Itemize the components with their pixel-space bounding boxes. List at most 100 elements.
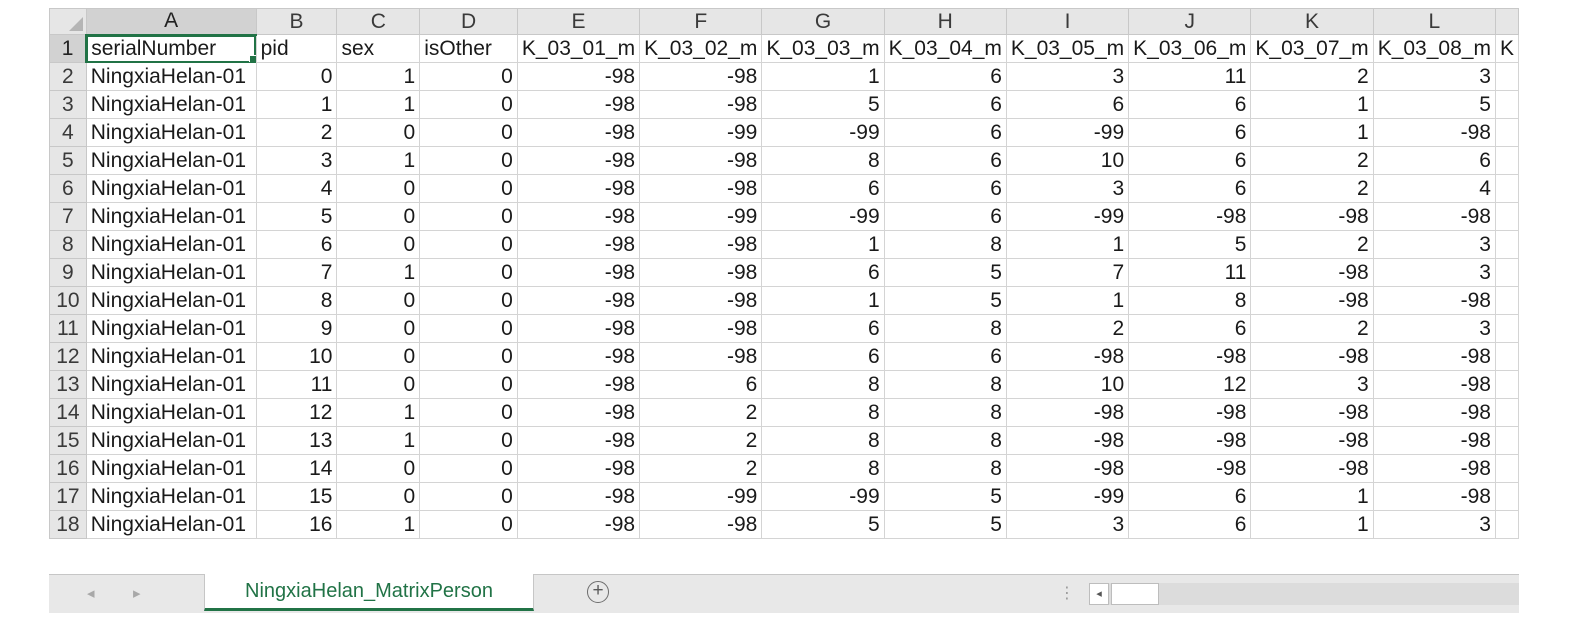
- cell[interactable]: -98: [1372, 342, 1496, 371]
- cell[interactable]: -98: [1372, 370, 1496, 399]
- cell[interactable]: 6: [1128, 146, 1252, 175]
- cell-partial[interactable]: [1494, 62, 1519, 91]
- cell-partial[interactable]: [1494, 398, 1519, 427]
- cell[interactable]: 6: [883, 174, 1007, 203]
- cell[interactable]: NingxiaHelan-01: [85, 342, 257, 371]
- select-all-corner[interactable]: [49, 8, 87, 35]
- cell[interactable]: 11: [1128, 62, 1252, 91]
- cell[interactable]: 5: [883, 510, 1007, 539]
- fill-handle[interactable]: [248, 55, 256, 62]
- cell[interactable]: 1: [336, 398, 421, 427]
- cell[interactable]: 3: [1372, 314, 1496, 343]
- cell[interactable]: 1: [1250, 510, 1374, 539]
- row-header[interactable]: 14: [49, 398, 87, 427]
- cell-partial[interactable]: [1494, 426, 1519, 455]
- column-header-e[interactable]: E: [516, 8, 641, 35]
- cell[interactable]: 1: [1250, 118, 1374, 147]
- cell[interactable]: -98: [516, 426, 641, 455]
- cell-partial[interactable]: [1494, 510, 1519, 539]
- cell[interactable]: 1: [1250, 482, 1374, 511]
- cell[interactable]: 8: [255, 286, 338, 315]
- cell[interactable]: 3: [1005, 510, 1130, 539]
- cell[interactable]: 6: [1128, 482, 1252, 511]
- cell[interactable]: -99: [639, 118, 763, 147]
- row-header[interactable]: 10: [49, 286, 87, 315]
- cell[interactable]: 0: [419, 62, 518, 91]
- cell[interactable]: -98: [516, 174, 641, 203]
- cell[interactable]: 6: [1128, 118, 1252, 147]
- next-sheet-arrow-icon[interactable]: ▸: [133, 584, 141, 602]
- cell-partial[interactable]: K: [1494, 34, 1519, 63]
- cell[interactable]: -98: [1005, 454, 1130, 483]
- cell[interactable]: 3: [1005, 174, 1130, 203]
- row-header[interactable]: 16: [49, 454, 87, 483]
- cell[interactable]: 15: [255, 482, 338, 511]
- cell[interactable]: NingxiaHelan-01: [85, 510, 257, 539]
- cell[interactable]: 0: [419, 510, 518, 539]
- cell[interactable]: 6: [1005, 90, 1130, 119]
- cell[interactable]: 0: [419, 398, 518, 427]
- cell[interactable]: -98: [639, 258, 763, 287]
- cell[interactable]: 0: [419, 454, 518, 483]
- cell[interactable]: 1: [336, 146, 421, 175]
- cell-partial[interactable]: [1494, 146, 1519, 175]
- column-title-cell[interactable]: K_03_08_m: [1372, 34, 1496, 63]
- cell[interactable]: 6: [761, 342, 885, 371]
- cell-partial[interactable]: [1494, 314, 1519, 343]
- cell[interactable]: 6: [883, 146, 1007, 175]
- row-header[interactable]: 2: [49, 62, 87, 91]
- cell[interactable]: 2: [1250, 146, 1374, 175]
- cell[interactable]: -98: [639, 286, 763, 315]
- cell[interactable]: -98: [1250, 426, 1374, 455]
- cell-partial[interactable]: [1494, 454, 1519, 483]
- cell[interactable]: 3: [1372, 230, 1496, 259]
- cell[interactable]: -98: [1250, 286, 1374, 315]
- cell[interactable]: 2: [1250, 62, 1374, 91]
- cell[interactable]: -98: [516, 202, 641, 231]
- column-header-f[interactable]: F: [639, 8, 763, 35]
- cell[interactable]: -98: [639, 342, 763, 371]
- cell[interactable]: -98: [516, 510, 641, 539]
- row-header[interactable]: 12: [49, 342, 87, 371]
- cell[interactable]: 0: [336, 286, 421, 315]
- cell[interactable]: 8: [761, 370, 885, 399]
- cell[interactable]: -98: [516, 314, 641, 343]
- cell[interactable]: -99: [761, 118, 885, 147]
- cell[interactable]: -98: [639, 174, 763, 203]
- column-title-cell[interactable]: isOther: [419, 34, 518, 63]
- cell[interactable]: -98: [639, 146, 763, 175]
- cell[interactable]: 0: [419, 482, 518, 511]
- prev-sheet-arrow-icon[interactable]: ◂: [87, 584, 95, 602]
- cell[interactable]: 5: [883, 482, 1007, 511]
- cell[interactable]: -98: [516, 398, 641, 427]
- cell[interactable]: -99: [639, 202, 763, 231]
- cell[interactable]: 0: [336, 454, 421, 483]
- column-title-cell[interactable]: K_03_06_m: [1128, 34, 1252, 63]
- cell[interactable]: -98: [516, 454, 641, 483]
- column-title-cell[interactable]: K_03_04_m: [883, 34, 1007, 63]
- cell[interactable]: -98: [1250, 454, 1374, 483]
- cell[interactable]: NingxiaHelan-01: [85, 118, 257, 147]
- column-title-cell[interactable]: K_03_02_m: [639, 34, 763, 63]
- cell[interactable]: 3: [1005, 62, 1130, 91]
- cell-partial[interactable]: [1494, 118, 1519, 147]
- cell[interactable]: -98: [639, 230, 763, 259]
- cell[interactable]: 11: [1128, 258, 1252, 287]
- row-header[interactable]: 6: [49, 174, 87, 203]
- cell[interactable]: 0: [336, 342, 421, 371]
- cell[interactable]: -98: [1128, 202, 1252, 231]
- cell[interactable]: 6: [1128, 314, 1252, 343]
- active-cell[interactable]: serialNumber: [85, 34, 257, 63]
- cell[interactable]: 1: [255, 90, 338, 119]
- cell[interactable]: 14: [255, 454, 338, 483]
- cell[interactable]: -98: [1372, 426, 1496, 455]
- cell[interactable]: 8: [883, 230, 1007, 259]
- cell[interactable]: NingxiaHelan-01: [85, 230, 257, 259]
- cell[interactable]: 3: [255, 146, 338, 175]
- cell[interactable]: NingxiaHelan-01: [85, 202, 257, 231]
- cell[interactable]: 16: [255, 510, 338, 539]
- cell[interactable]: 1: [336, 426, 421, 455]
- cell[interactable]: -98: [1250, 258, 1374, 287]
- cell[interactable]: NingxiaHelan-01: [85, 482, 257, 511]
- cell[interactable]: -98: [1250, 202, 1374, 231]
